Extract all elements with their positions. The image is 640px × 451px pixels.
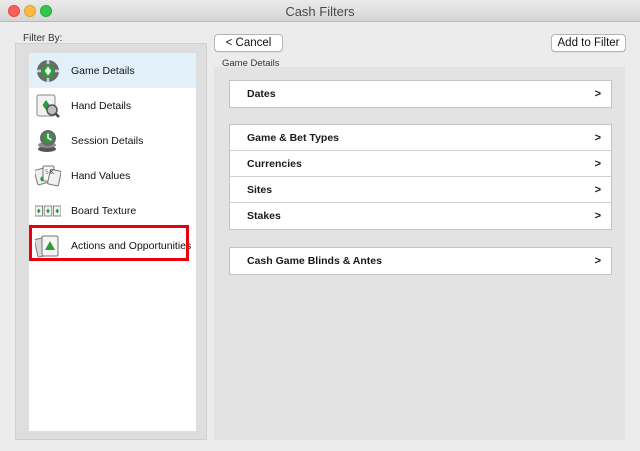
filter-row-cash-game-blinds-antes[interactable]: Cash Game Blinds & Antes > (230, 248, 611, 274)
filter-row-stakes[interactable]: Stakes > (230, 203, 611, 229)
row-label: Dates (247, 88, 276, 100)
chevron-right-icon: > (594, 210, 601, 222)
board-texture-icon (35, 205, 61, 216)
title-bar: Cash Filters (0, 0, 640, 22)
sidebar-item-label: Hand Values (71, 169, 131, 182)
filter-row-sites[interactable]: Sites > (230, 177, 611, 203)
sidebar-item-board-texture[interactable]: Board Texture (29, 193, 196, 228)
chevron-right-icon: > (594, 131, 601, 144)
sidebar-item-label: Hand Details (71, 99, 132, 112)
row-label: Cash Game Blinds & Antes (247, 255, 382, 267)
row-label: Currencies (247, 157, 302, 170)
row-label: Stakes (247, 210, 281, 222)
sidebar-item-label: Board Texture (71, 204, 137, 217)
highlight-box (29, 225, 189, 261)
chevron-right-icon: > (594, 255, 601, 267)
session-details-icon (38, 129, 56, 152)
svg-text:5: 5 (45, 169, 49, 176)
sidebar-item-hand-details[interactable]: Hand Details (29, 88, 196, 123)
filter-group-game: Game & Bet Types > Currencies > Sites > … (229, 124, 612, 230)
filter-options-panel: Dates > Game & Bet Types > Currencies > … (214, 67, 625, 440)
hand-details-icon (36, 94, 60, 118)
window-title: Cash Filters (285, 4, 355, 19)
sidebar-item-label: Session Details (71, 134, 144, 147)
game-details-icon (37, 59, 59, 82)
sidebar-item-session-details[interactable]: Session Details (29, 123, 196, 158)
row-label: Sites (247, 183, 273, 196)
add-to-filter-button[interactable]: Add to Filter (551, 34, 626, 52)
sidebar-item-label: Game Details (71, 64, 135, 77)
filter-group-dates: Dates > (229, 80, 612, 108)
filter-row-game-bet-types[interactable]: Game & Bet Types > (230, 125, 611, 151)
chevron-right-icon: > (594, 183, 601, 196)
filter-row-currencies[interactable]: Currencies > (230, 151, 611, 177)
hand-values-icon: 5 K (35, 165, 61, 186)
chevron-right-icon: > (594, 88, 601, 100)
sidebar-item-game-details[interactable]: Game Details (29, 53, 196, 88)
filter-row-dates[interactable]: Dates > (230, 81, 611, 107)
row-label: Game & Bet Types (247, 131, 340, 144)
cancel-button[interactable]: < Cancel (214, 34, 283, 52)
filter-group-blinds: Cash Game Blinds & Antes > (229, 247, 612, 275)
chevron-right-icon: > (594, 157, 601, 170)
sidebar-item-hand-values[interactable]: 5 K Hand Values (29, 158, 196, 193)
